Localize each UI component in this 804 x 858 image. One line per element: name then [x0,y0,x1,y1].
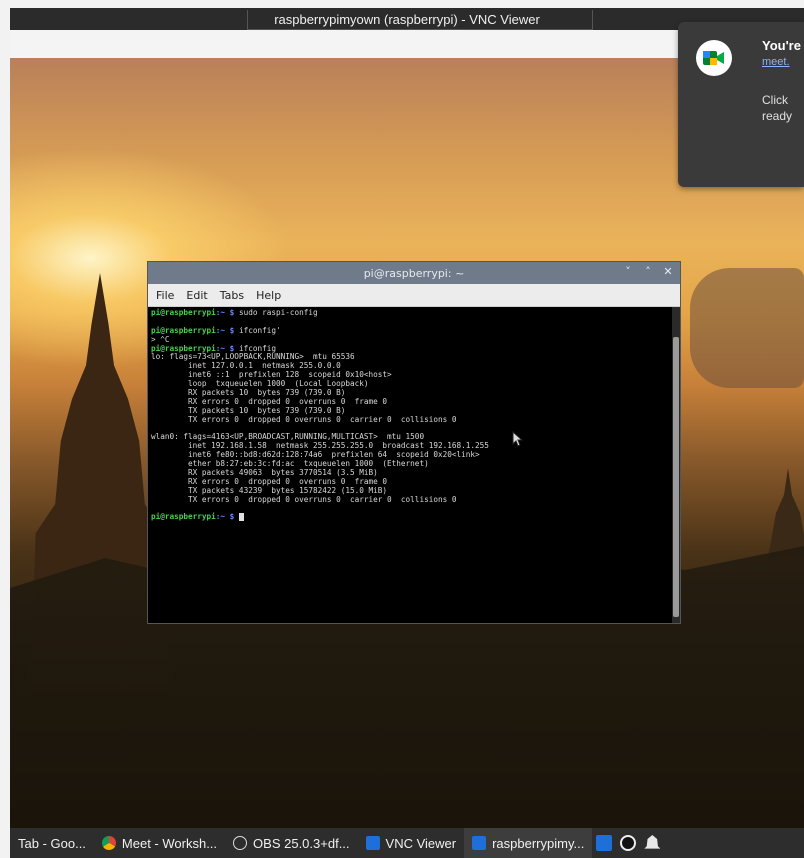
line-text: ifconfig' [234,325,281,335]
vnc-tray-icon[interactable] [596,835,613,851]
vnc-icon [472,836,487,850]
line-text: RX errors 0 dropped 0 overruns 0 frame 0 [151,396,388,406]
line-text: inet 127.0.0.1 netmask 255.0.0.0 [151,361,341,371]
taskbar-item[interactable]: raspberrypimy... [464,828,593,858]
prompt-path: :~ $ [215,308,235,317]
maximize-button[interactable]: ˄ [642,265,654,278]
notification-bell-icon[interactable] [644,835,661,849]
line-text: ether b8:27:eb:3c:fd:ac txqueuelen 1000 … [151,459,429,469]
line-text: TX errors 0 dropped 0 overruns 0 carrier… [151,494,457,504]
taskbar-item[interactable]: OBS 25.0.3+df... [225,828,357,858]
menu-help[interactable]: Help [256,289,281,302]
terminal-line: pi@raspberrypi:~ $ ifconfig' [151,325,672,336]
line-text: sudo raspi-config [234,308,318,317]
taskbar: Tab - Goo... Meet - Worksh... OBS 25.0.3+d… [10,828,804,858]
text-cursor [238,513,244,522]
taskbar-item[interactable]: VNC Viewer [358,828,465,858]
shell-prompt: pi@raspberrypi [151,308,216,317]
notification-link[interactable]: meet. [762,56,790,68]
system-tray [596,835,661,851]
google-meet-icon [696,40,732,76]
shell-prompt: pi@raspberrypi [151,325,216,335]
obs-tray-icon[interactable] [620,835,637,851]
terminal-line: pi@raspberrypi:~ $ [151,513,672,522]
terminal-output[interactable]: pi@raspberrypi:~ $ sudo raspi-config pi@r… [148,307,672,623]
prompt-path: :~ $ [215,343,235,353]
shell-prompt: pi@raspberrypi [151,512,216,522]
window-title: raspberrypimyown (raspberrypi) - VNC Vie… [274,11,540,27]
prompt-path: :~ $ [215,512,235,522]
taskbar-item-label: VNC Viewer [385,835,457,851]
line-text: TX packets 10 bytes 739 (739.0 B) [151,405,346,415]
terminal-line: TX errors 0 dropped 0 overruns 0 carrier… [151,414,672,425]
menu-file[interactable]: File [156,289,174,302]
vnc-icon [365,836,380,850]
notification-title: You're [762,38,801,53]
line-text: inet 192.168.1.58 netmask 255.255.255.0 … [151,441,489,451]
minimize-button[interactable]: ˅ [622,265,634,278]
notification-body: Click ready [762,93,793,123]
terminal-title-bar[interactable]: pi@raspberrypi: ~ ˅ ˄ ✕ [148,262,680,284]
terminal-title: pi@raspberrypi: ~ [363,266,465,280]
menu-edit[interactable]: Edit [186,289,207,302]
line-text: RX packets 10 bytes 739 (739.0 B) [151,388,346,398]
line-text: RX errors 0 dropped 0 overruns 0 frame 0 [151,476,388,486]
prompt-path: :~ $ [215,325,235,335]
terminal-line: TX errors 0 dropped 0 overruns 0 carrier… [151,494,672,505]
meet-notification[interactable]: You're meet. Click ready [678,22,804,187]
menu-tabs[interactable]: Tabs [220,289,244,302]
taskbar-item-label: Meet - Worksh... [121,835,218,851]
shell-prompt: pi@raspberrypi [151,343,216,353]
line-text: lo: flags=73<UP,LOOPBACK,RUNNING> mtu 65… [151,352,355,362]
line-text: TX packets 43239 bytes 15782422 (15.0 Mi… [151,485,388,495]
taskbar-item-label: Tab - Goo... [18,835,86,851]
mouse-pointer-icon [512,430,524,451]
taskbar-item[interactable]: Tab - Goo... [10,828,94,858]
terminal-line: pi@raspberrypi:~ $ sudo raspi-config [151,308,672,318]
chrome-icon [101,836,116,850]
terminal-menu-bar: File Edit Tabs Help [148,284,680,307]
line-text: > ^C [151,334,170,344]
pagoda-silhouette-small [768,468,804,558]
scrollbar-thumb[interactable] [673,337,679,617]
taskbar-item-label: raspberrypimy... [492,835,585,851]
taskbar-item[interactable]: Meet - Worksh... [94,828,225,858]
line-text: RX packets 49063 bytes 3770514 (3.5 MiB) [151,468,378,478]
terminal-window[interactable]: pi@raspberrypi: ~ ˅ ˄ ✕ File Edit Tabs H… [148,262,680,623]
taskbar-item-label: OBS 25.0.3+df... [253,835,350,851]
obs-icon [233,836,248,850]
terminal-scrollbar[interactable] [672,307,680,623]
line-text: wlan0: flags=4163<UP,BROADCAST,RUNNING,M… [151,432,425,442]
line-text: TX errors 0 dropped 0 overruns 0 carrier… [151,414,457,424]
cloud-shape [690,268,804,388]
line-text: loop txqueuelen 1000 (Local Loopback) [151,379,369,389]
line-text: ifconfig [234,343,276,353]
line-text: inet6 ::1 prefixlen 128 scopeid 0x10<hos… [151,370,392,380]
line-text: inet6 fe80::bd8:d62d:128:74a6 prefixlen … [151,450,480,460]
close-button[interactable]: ✕ [662,265,674,278]
